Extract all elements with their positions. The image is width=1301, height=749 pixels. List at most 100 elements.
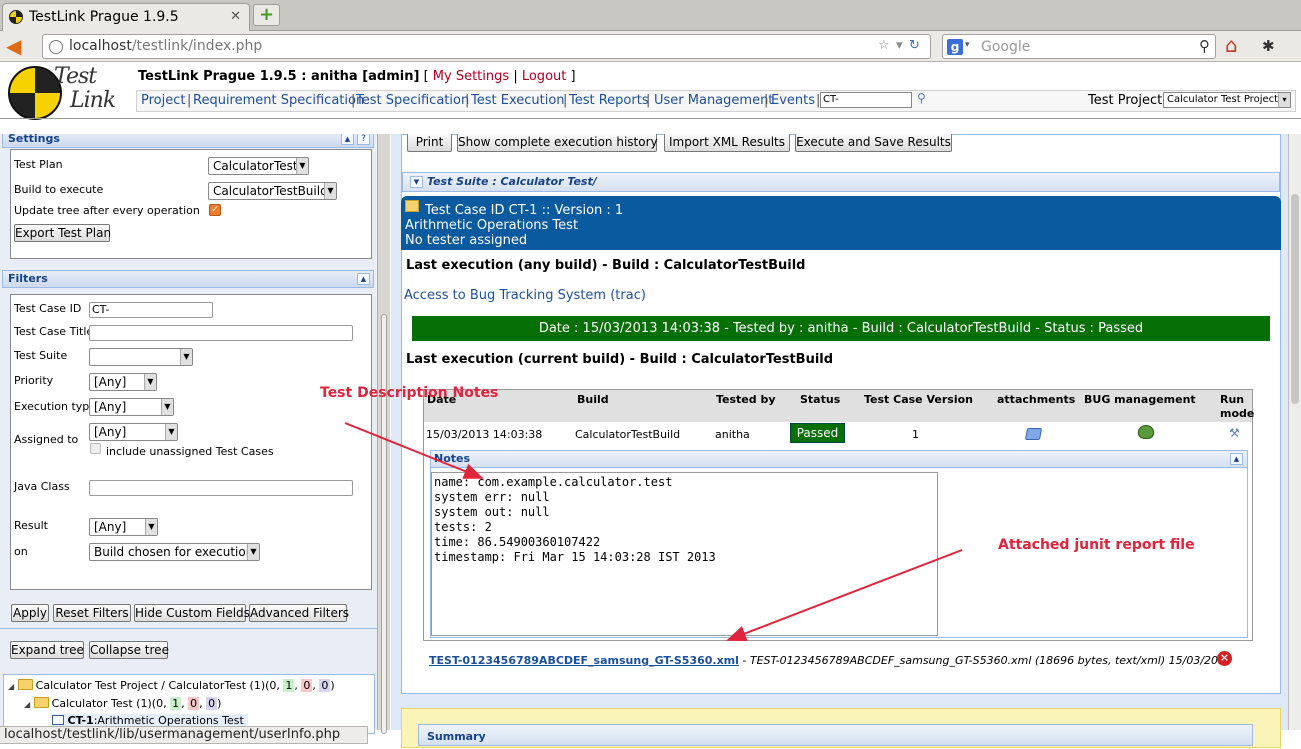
update-tree-checkbox[interactable]: ✓ (209, 204, 221, 216)
exec-type-select[interactable]: [Any] ▼ (89, 398, 174, 416)
scrollbar-thumb[interactable] (1291, 194, 1299, 404)
collapse-up-icon[interactable]: ▲ (1230, 453, 1243, 465)
chevron-down-icon: ▼ (165, 424, 177, 440)
tc-id-input[interactable]: CT- (89, 302, 213, 318)
collapse-up-icon[interactable]: ▲ (357, 273, 370, 285)
edit-testcase-icon[interactable] (405, 200, 419, 212)
on-value: Build chosen for execution (94, 545, 254, 559)
filters-panel-title[interactable]: Filters (2, 270, 374, 288)
history-dropdown-icon[interactable]: ▾ (896, 38, 903, 53)
folder-icon (33, 697, 49, 708)
web-search-placeholder: Google (981, 39, 1031, 55)
tree-collapse-icon[interactable]: ◢ (24, 700, 30, 709)
menu-requirement-specification[interactable]: Requirement Specification (193, 93, 364, 108)
back-arrow-icon[interactable]: ◀ (6, 35, 30, 57)
close-tab-icon[interactable]: ✕ (230, 9, 241, 24)
test-plan-select[interactable]: CalculatorTest ▼ (208, 157, 309, 175)
bookmark-star-icon[interactable]: ☆ (878, 38, 890, 53)
collapse-tree-button[interactable]: Collapse tree (89, 641, 169, 659)
result-select[interactable]: [Any] ▼ (89, 518, 158, 536)
collapse-up-icon[interactable]: ▲ (341, 134, 354, 145)
home-icon[interactable]: ⌂ (1225, 33, 1251, 59)
globe-icon (49, 40, 63, 54)
tc-title-input[interactable] (89, 325, 353, 341)
logout-link[interactable]: Logout (522, 69, 567, 84)
tc-search-icon[interactable]: ⚲ (917, 91, 926, 105)
url-path: /testlink/index.php (131, 38, 263, 54)
notes-title: Notes (434, 452, 471, 465)
tree-root-node[interactable]: ◢ Calculator Test Project / CalculatorTe… (8, 679, 335, 692)
export-test-plan-button[interactable]: Export Test Plan (14, 224, 111, 242)
test-suite-select[interactable]: ▼ (89, 348, 193, 366)
menu-separator: | (764, 93, 769, 108)
url-host: localhost (69, 38, 132, 54)
import-xml-results-button[interactable]: Import XML Results (664, 134, 790, 152)
notes-textarea[interactable]: name: com.example.calculator.test system… (431, 472, 938, 636)
exec-type-value: [Any] (94, 400, 127, 414)
vertical-scrollbar[interactable] (1288, 134, 1301, 730)
bug-icon[interactable] (1138, 425, 1154, 439)
count-not-run: 0 (269, 679, 277, 692)
on-select[interactable]: Build chosen for execution ▼ (89, 543, 260, 561)
chevron-down-icon: ▼ (144, 374, 156, 390)
menu-test-reports[interactable]: Test Reports (569, 93, 649, 108)
menu-events[interactable]: Events (771, 93, 815, 108)
assigned-to-select[interactable]: [Any] ▼ (89, 423, 178, 441)
new-tab-icon[interactable]: + (253, 4, 280, 26)
menu-test-execution[interactable]: Test Execution (471, 93, 565, 108)
apply-button[interactable]: Apply (11, 604, 49, 622)
menu-user-management[interactable]: User Management (654, 93, 773, 108)
test-suite-label: Test Suite (14, 349, 68, 362)
reset-filters-button[interactable]: Reset Filters (53, 604, 131, 622)
summary-header[interactable]: Summary (418, 724, 1253, 746)
row-tester: anitha (715, 428, 750, 441)
logo-text-link: Link (70, 88, 116, 113)
build-select[interactable]: CalculatorTestBuild ▼ (208, 182, 337, 200)
col-run: Run (1220, 393, 1245, 406)
bracket-close: ] (570, 69, 576, 84)
browser-tab[interactable]: TestLink Prague 1.9.5 ✕ (2, 3, 250, 31)
web-search-box[interactable]: g ▾ Google ⚲ (942, 34, 1216, 59)
menu-test-specification[interactable]: Test Specification (356, 93, 469, 108)
expand-tree-button[interactable]: Expand tree (10, 641, 84, 659)
engine-dropdown-icon[interactable]: ▾ (965, 40, 970, 50)
last-exec-status-bar: Date : 15/03/2013 14:03:38 - Tested by :… (412, 316, 1270, 341)
attachment-line: TEST-0123456789ABCDEF_samsung_GT-S5360.x… (429, 654, 1232, 667)
test-suite-header[interactable]: ▼ Test Suite : Calculator Test/ (402, 172, 1280, 192)
print-button[interactable]: Print (407, 134, 452, 152)
settings-panel-title[interactable]: Settings (2, 134, 374, 148)
notes-header[interactable]: Notes ▲ (430, 450, 1248, 468)
test-project-select[interactable]: Calculator Test Project ▾ (1163, 92, 1291, 108)
hide-custom-fields-button[interactable]: Hide Custom Fields (134, 604, 250, 622)
delete-attachment-icon[interactable]: × (1217, 651, 1232, 666)
tc-search-input[interactable]: CT- (820, 92, 912, 108)
testcase-icon (52, 715, 64, 725)
tc-id-label: Test Case ID (14, 302, 82, 315)
priority-label: Priority (14, 374, 54, 387)
my-settings-link[interactable]: My Settings (433, 69, 509, 84)
priority-select[interactable]: [Any] ▼ (89, 373, 157, 391)
url-bar[interactable]: localhost/testlink/index.php ☆ ▾ ↻ (42, 34, 931, 59)
attachment-link[interactable]: TEST-0123456789ABCDEF_samsung_GT-S5360.x… (429, 654, 739, 667)
tree-collapse-icon[interactable]: ◢ (8, 682, 14, 691)
menu-project[interactable]: Project (141, 93, 185, 108)
attachment-folder-icon[interactable] (1024, 428, 1043, 440)
execute-save-button[interactable]: Execute and Save Results (795, 134, 952, 152)
help-icon[interactable]: ? (357, 134, 370, 145)
show-history-button[interactable]: Show complete execution history (457, 134, 658, 152)
google-engine-icon[interactable]: g (947, 39, 963, 55)
tree-suite-node[interactable]: ◢ Calculator Test (1)(0, 1, 0, 0) (24, 697, 221, 710)
java-class-input[interactable] (89, 480, 353, 496)
bug-report-icon[interactable]: ✱ (1262, 37, 1275, 55)
frame-splitter[interactable] (377, 134, 390, 734)
wrench-icon[interactable]: ⚒ (1229, 426, 1240, 440)
chevron-down-icon: ▼ (296, 158, 308, 174)
reload-icon[interactable]: ↻ (909, 38, 920, 53)
splitter-scroll-thumb[interactable] (381, 314, 387, 734)
result-label: Result (14, 519, 48, 532)
advanced-filters-button[interactable]: Advanced Filters (249, 604, 349, 622)
collapse-down-icon[interactable]: ▼ (410, 176, 423, 188)
search-icon[interactable]: ⚲ (1199, 37, 1210, 55)
bug-tracking-link[interactable]: Access to Bug Tracking System (trac) (404, 288, 646, 303)
include-unassigned-checkbox[interactable] (90, 443, 101, 454)
